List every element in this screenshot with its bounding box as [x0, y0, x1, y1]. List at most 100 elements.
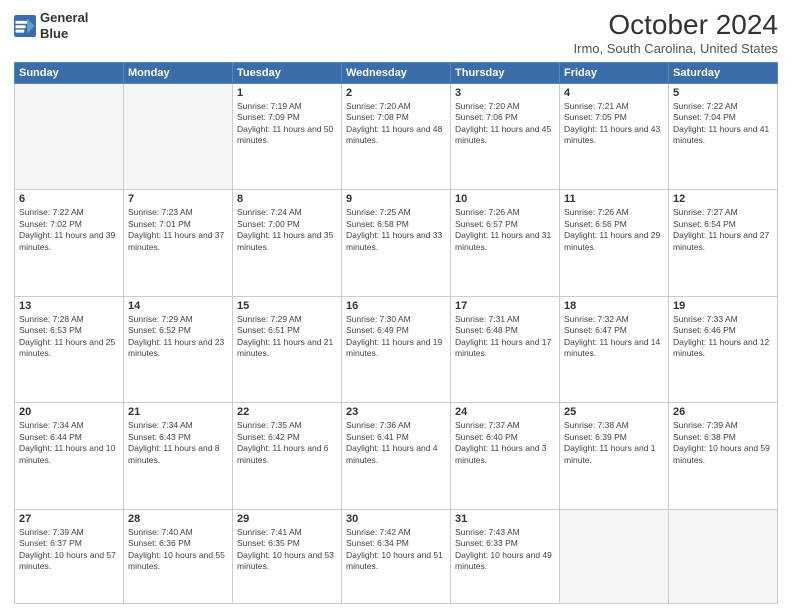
day-info: Sunrise: 7:42 AMSunset: 6:34 PMDaylight:… [346, 527, 446, 573]
day-number: 9 [346, 193, 446, 205]
weekday-header: Wednesday [342, 62, 451, 83]
day-info: Sunrise: 7:30 AMSunset: 6:49 PMDaylight:… [346, 314, 446, 360]
weekday-header: Saturday [669, 62, 778, 83]
weekday-header: Thursday [451, 62, 560, 83]
calendar-cell: 15 Sunrise: 7:29 AMSunset: 6:51 PMDayligh… [233, 296, 342, 402]
day-info: Sunrise: 7:41 AMSunset: 6:35 PMDaylight:… [237, 527, 337, 573]
day-info: Sunrise: 7:29 AMSunset: 6:51 PMDaylight:… [237, 314, 337, 360]
day-info: Sunrise: 7:23 AMSunset: 7:01 PMDaylight:… [128, 207, 228, 253]
calendar-cell: 2Sunrise: 7:20 AMSunset: 7:08 PMDaylight… [342, 83, 451, 189]
day-number: 28 [128, 513, 228, 525]
calendar-cell: 11 Sunrise: 7:26 AMSunset: 6:56 PMDayligh… [560, 190, 669, 296]
day-number: 31 [455, 513, 555, 525]
day-info: Sunrise: 7:37 AMSunset: 6:40 PMDaylight:… [455, 420, 555, 466]
day-number: 3 [455, 87, 555, 99]
day-number: 18 [564, 300, 664, 312]
calendar-cell: 20 Sunrise: 7:34 AMSunset: 6:44 PMDayligh… [15, 403, 124, 509]
calendar-cell: 3 Sunrise: 7:20 AMSunset: 7:06 PMDaylight… [451, 83, 560, 189]
day-info: Sunrise: 7:28 AMSunset: 6:53 PMDaylight:… [19, 314, 119, 360]
day-number: 17 [455, 300, 555, 312]
weekday-header: Tuesday [233, 62, 342, 83]
day-info: Sunrise: 7:40 AMSunset: 6:36 PMDaylight:… [128, 527, 228, 573]
calendar-cell: 19 Sunrise: 7:33 AMSunset: 6:46 PMDayligh… [669, 296, 778, 402]
logo-line1: General [40, 10, 88, 26]
day-info: Sunrise: 7:35 AMSunset: 6:42 PMDaylight:… [237, 420, 337, 466]
day-info: Sunrise: 7:22 AMSunset: 7:04 PMDaylight:… [673, 101, 773, 147]
weekday-header: Sunday [15, 62, 124, 83]
week-row: 6Sunrise: 7:22 AMSunset: 7:02 PMDaylight… [15, 190, 778, 296]
header: General Blue October 2024 Irmo, South Ca… [14, 10, 778, 56]
calendar-cell: 29Sunrise: 7:41 AMSunset: 6:35 PMDayligh… [233, 509, 342, 603]
day-info: Sunrise: 7:26 AMSunset: 6:57 PMDaylight:… [455, 207, 555, 253]
calendar-cell: 22 Sunrise: 7:35 AMSunset: 6:42 PMDayligh… [233, 403, 342, 509]
calendar-cell [15, 83, 124, 189]
calendar-cell: 27 Sunrise: 7:39 AMSunset: 6:37 PMDayligh… [15, 509, 124, 603]
day-number: 10 [455, 193, 555, 205]
calendar-cell [669, 509, 778, 603]
day-number: 13 [19, 300, 119, 312]
day-info: Sunrise: 7:34 AMSunset: 6:44 PMDaylight:… [19, 420, 119, 466]
day-info: Sunrise: 7:33 AMSunset: 6:46 PMDaylight:… [673, 314, 773, 360]
calendar-cell: 6Sunrise: 7:22 AMSunset: 7:02 PMDaylight… [15, 190, 124, 296]
day-info: Sunrise: 7:39 AMSunset: 6:37 PMDaylight:… [19, 527, 119, 573]
day-info: Sunrise: 7:24 AMSunset: 7:00 PMDaylight:… [237, 207, 337, 253]
calendar-cell: 24 Sunrise: 7:37 AMSunset: 6:40 PMDayligh… [451, 403, 560, 509]
logo-text: General Blue [40, 10, 88, 41]
weekday-header: Monday [124, 62, 233, 83]
day-number: 15 [237, 300, 337, 312]
day-number: 12 [673, 193, 773, 205]
title-block: October 2024 Irmo, South Carolina, Unite… [574, 10, 779, 56]
day-info: Sunrise: 7:29 AMSunset: 6:52 PMDaylight:… [128, 314, 228, 360]
day-info: Sunrise: 7:43 AMSunset: 6:33 PMDaylight:… [455, 527, 555, 573]
day-number: 19 [673, 300, 773, 312]
day-info: Sunrise: 7:21 AMSunset: 7:05 PMDaylight:… [564, 101, 664, 147]
day-info: Sunrise: 7:25 AMSunset: 6:58 PMDaylight:… [346, 207, 446, 253]
day-number: 6 [19, 193, 119, 205]
calendar-cell [560, 509, 669, 603]
calendar-cell: 26Sunrise: 7:39 AMSunset: 6:38 PMDayligh… [669, 403, 778, 509]
calendar-cell: 31 Sunrise: 7:43 AMSunset: 6:33 PMDayligh… [451, 509, 560, 603]
calendar-cell: 7 Sunrise: 7:23 AMSunset: 7:01 PMDaylight… [124, 190, 233, 296]
calendar-cell: 8 Sunrise: 7:24 AMSunset: 7:00 PMDaylight… [233, 190, 342, 296]
day-info: Sunrise: 7:39 AMSunset: 6:38 PMDaylight:… [673, 420, 773, 466]
logo-line2: Blue [40, 26, 88, 42]
day-info: Sunrise: 7:38 AMSunset: 6:39 PMDaylight:… [564, 420, 664, 466]
day-number: 22 [237, 406, 337, 418]
day-number: 8 [237, 193, 337, 205]
day-info: Sunrise: 7:19 AMSunset: 7:09 PMDaylight:… [237, 101, 337, 147]
day-info: Sunrise: 7:31 AMSunset: 6:48 PMDaylight:… [455, 314, 555, 360]
day-info: Sunrise: 7:26 AMSunset: 6:56 PMDaylight:… [564, 207, 664, 253]
calendar-cell: 16 Sunrise: 7:30 AMSunset: 6:49 PMDayligh… [342, 296, 451, 402]
day-number: 20 [19, 406, 119, 418]
day-number: 21 [128, 406, 228, 418]
week-row: 20 Sunrise: 7:34 AMSunset: 6:44 PMDayligh… [15, 403, 778, 509]
day-info: Sunrise: 7:27 AMSunset: 6:54 PMDaylight:… [673, 207, 773, 253]
day-number: 16 [346, 300, 446, 312]
day-number: 23 [346, 406, 446, 418]
day-info: Sunrise: 7:34 AMSunset: 6:43 PMDaylight:… [128, 420, 228, 466]
calendar-cell: 28 Sunrise: 7:40 AMSunset: 6:36 PMDayligh… [124, 509, 233, 603]
day-number: 14 [128, 300, 228, 312]
weekday-header: Friday [560, 62, 669, 83]
week-row: 27 Sunrise: 7:39 AMSunset: 6:37 PMDayligh… [15, 509, 778, 603]
calendar-cell: 21 Sunrise: 7:34 AMSunset: 6:43 PMDayligh… [124, 403, 233, 509]
calendar-cell: 10 Sunrise: 7:26 AMSunset: 6:57 PMDayligh… [451, 190, 560, 296]
calendar-table: SundayMondayTuesdayWednesdayThursdayFrid… [14, 62, 778, 604]
week-row: 13 Sunrise: 7:28 AMSunset: 6:53 PMDayligh… [15, 296, 778, 402]
calendar-cell: 4 Sunrise: 7:21 AMSunset: 7:05 PMDaylight… [560, 83, 669, 189]
logo: General Blue [14, 10, 88, 41]
day-info: Sunrise: 7:20 AMSunset: 7:06 PMDaylight:… [455, 101, 555, 147]
calendar-cell: 13 Sunrise: 7:28 AMSunset: 6:53 PMDayligh… [15, 296, 124, 402]
calendar-cell: 9 Sunrise: 7:25 AMSunset: 6:58 PMDaylight… [342, 190, 451, 296]
day-number: 2 [346, 87, 446, 99]
day-number: 24 [455, 406, 555, 418]
day-number: 4 [564, 87, 664, 99]
calendar-cell [124, 83, 233, 189]
day-number: 1 [237, 87, 337, 99]
day-number: 30 [346, 513, 446, 525]
calendar-cell: 17 Sunrise: 7:31 AMSunset: 6:48 PMDayligh… [451, 296, 560, 402]
day-number: 7 [128, 193, 228, 205]
day-number: 27 [19, 513, 119, 525]
day-number: 11 [564, 193, 664, 205]
calendar-cell: 14 Sunrise: 7:29 AMSunset: 6:52 PMDayligh… [124, 296, 233, 402]
